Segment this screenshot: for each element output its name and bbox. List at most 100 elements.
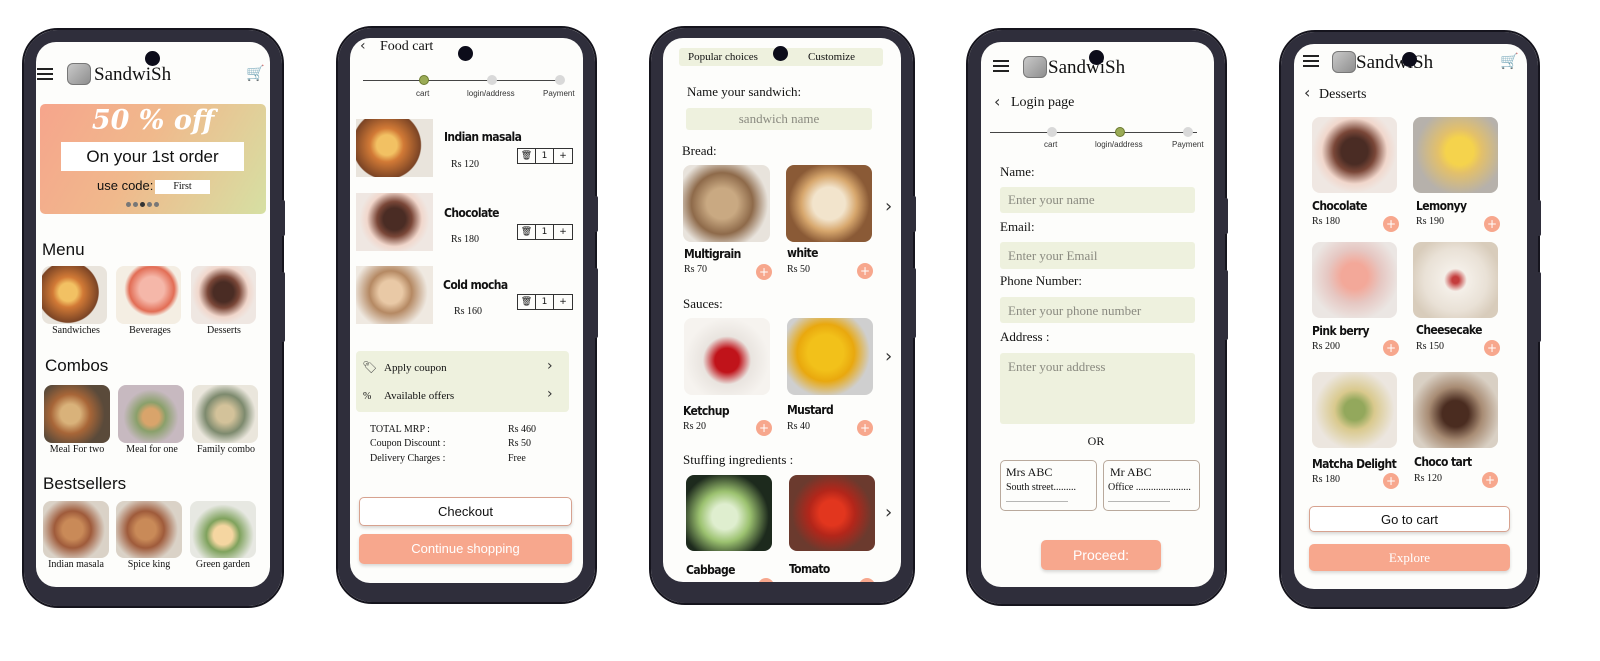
dessert-thumb[interactable] xyxy=(1413,117,1498,193)
proceed-button[interactable]: Proceed: xyxy=(1041,540,1161,570)
checkout-button[interactable]: Checkout xyxy=(359,497,572,526)
section-title-bread: Bread: xyxy=(682,143,717,158)
trash-icon[interactable]: 🗑 xyxy=(518,295,536,309)
add-stuffing-button[interactable]: + xyxy=(758,578,774,582)
available-offers-label[interactable]: Available offers xyxy=(384,390,454,402)
combo-thumb-meal-for-two[interactable] xyxy=(44,385,110,443)
phone-side-button xyxy=(594,268,598,338)
sauce-thumb-ketchup[interactable] xyxy=(684,318,770,395)
bread-thumb-multigrain[interactable] xyxy=(683,165,770,242)
bestseller-label: Indian masala xyxy=(48,559,104,570)
sauce-name: Ketchup xyxy=(683,404,730,418)
plus-icon[interactable]: + xyxy=(554,225,572,239)
continue-shopping-button[interactable]: Continue shopping xyxy=(359,534,572,564)
dessert-thumb[interactable] xyxy=(1413,242,1498,318)
stuffing-thumb-tomato[interactable] xyxy=(789,475,875,551)
chevron-left-icon[interactable]: ‹ xyxy=(1304,83,1310,102)
add-dessert-button[interactable]: + xyxy=(1383,216,1399,232)
summary-label: Delivery Charges : xyxy=(370,453,446,464)
trash-icon[interactable]: 🗑 xyxy=(518,225,536,239)
chevron-right-icon[interactable]: › xyxy=(885,196,892,217)
quantity-value: 1 xyxy=(536,295,554,309)
chevron-left-icon[interactable]: ‹ xyxy=(360,38,366,54)
add-sauce-button[interactable]: + xyxy=(756,420,772,436)
quantity-stepper[interactable]: 🗑 1 + xyxy=(517,148,573,164)
dessert-name: Cheesecake xyxy=(1416,323,1482,337)
add-dessert-button[interactable]: + xyxy=(1484,216,1500,232)
add-bread-button[interactable]: + xyxy=(857,263,873,279)
sauce-thumb-mustard[interactable] xyxy=(787,318,873,395)
combo-thumb-meal-for-one[interactable] xyxy=(118,385,184,443)
screen-home: SandwiSh 🛒 50 % off On your 1st order us… xyxy=(36,42,270,587)
name-input[interactable]: Enter your name xyxy=(1000,187,1195,213)
bestseller-thumb-spice-king[interactable] xyxy=(116,501,182,558)
chevron-right-icon[interactable]: › xyxy=(547,358,553,374)
apply-coupon-label[interactable]: Apply coupon xyxy=(384,362,447,374)
hamburger-icon[interactable] xyxy=(37,68,53,80)
add-dessert-button[interactable]: + xyxy=(1482,472,1498,488)
menu-thumb-sandwiches[interactable] xyxy=(42,266,107,324)
add-dessert-button[interactable]: + xyxy=(1383,473,1399,489)
add-sauce-button[interactable]: + xyxy=(857,420,873,436)
sauce-price: Rs 40 xyxy=(787,421,811,432)
shopping-cart-icon[interactable]: 🛒 xyxy=(1500,52,1519,70)
step-label: cart xyxy=(416,89,430,98)
quantity-stepper[interactable]: 🗑 1 + xyxy=(517,294,573,310)
chevron-right-icon[interactable]: › xyxy=(885,502,892,523)
bestseller-label: Spice king xyxy=(127,559,171,570)
promo-banner[interactable]: 50 % off On your 1st order use code: Fir… xyxy=(40,104,266,214)
front-camera xyxy=(773,46,788,61)
address-input[interactable]: Enter your address xyxy=(1000,353,1195,424)
email-input[interactable]: Enter your Email xyxy=(1000,242,1195,269)
tab-customize[interactable]: Customize xyxy=(808,51,855,63)
hamburger-icon[interactable] xyxy=(993,60,1009,72)
go-to-cart-button[interactable]: Go to cart xyxy=(1309,506,1510,532)
dessert-thumb[interactable] xyxy=(1413,372,1498,448)
bread-price: Rs 50 xyxy=(787,264,811,275)
chevron-left-icon[interactable]: ‹ xyxy=(994,92,1000,111)
carousel-dots[interactable] xyxy=(126,202,159,207)
chevron-right-icon[interactable]: › xyxy=(885,346,892,367)
plus-icon[interactable]: + xyxy=(554,149,572,163)
sandwich-name-input[interactable]: sandwich name xyxy=(686,108,872,130)
cart-item-price: Rs 120 xyxy=(451,159,480,170)
sauce-name: Mustard xyxy=(787,403,834,417)
section-title-bestsellers: Bestsellers xyxy=(43,474,127,493)
plus-icon[interactable]: + xyxy=(554,295,572,309)
section-title-sauces: Sauces: xyxy=(683,296,723,311)
dessert-thumb[interactable] xyxy=(1312,242,1397,318)
combo-label: Meal for one xyxy=(126,444,178,455)
bestseller-thumb-indian-masala[interactable] xyxy=(43,501,109,558)
hamburger-icon[interactable] xyxy=(1303,55,1319,67)
page-title: Desserts xyxy=(1319,87,1367,102)
saved-address-line: ............................... xyxy=(1006,495,1068,504)
bread-thumb-white[interactable] xyxy=(786,165,872,242)
cart-item-thumb xyxy=(356,193,433,251)
bread-name: white xyxy=(787,246,818,260)
add-bread-button[interactable]: + xyxy=(756,264,772,280)
bestseller-thumb-green-garden[interactable] xyxy=(190,501,256,558)
phone-side-button xyxy=(912,268,916,338)
phone-input[interactable]: Enter your phone number xyxy=(1000,297,1195,323)
trash-icon[interactable]: 🗑 xyxy=(518,149,536,163)
menu-thumb-beverages[interactable] xyxy=(116,266,181,324)
quantity-stepper[interactable]: 🗑 1 + xyxy=(517,224,573,240)
phone-side-button xyxy=(281,272,285,342)
combo-thumb-family-combo[interactable] xyxy=(192,385,258,443)
chevron-right-icon[interactable]: › xyxy=(547,386,553,402)
dessert-thumb[interactable] xyxy=(1312,372,1397,448)
dessert-thumb[interactable] xyxy=(1312,117,1397,193)
tab-popular-choices[interactable]: Popular choices xyxy=(688,51,758,63)
add-dessert-button[interactable]: + xyxy=(1383,340,1399,356)
dessert-price: Rs 180 xyxy=(1312,474,1341,485)
summary-label: TOTAL MRP : xyxy=(370,424,430,435)
add-dessert-button[interactable]: + xyxy=(1484,340,1500,356)
menu-thumb-desserts[interactable] xyxy=(191,266,256,324)
stuffing-thumb-cabbage[interactable] xyxy=(686,475,772,551)
dessert-price: Rs 200 xyxy=(1312,341,1341,352)
shopping-cart-icon[interactable]: 🛒 xyxy=(246,64,265,82)
explore-button[interactable]: Explore xyxy=(1309,544,1510,571)
quantity-value: 1 xyxy=(536,149,554,163)
add-stuffing-button[interactable]: + xyxy=(859,578,875,582)
stuffing-name: Cabbage xyxy=(686,563,735,577)
